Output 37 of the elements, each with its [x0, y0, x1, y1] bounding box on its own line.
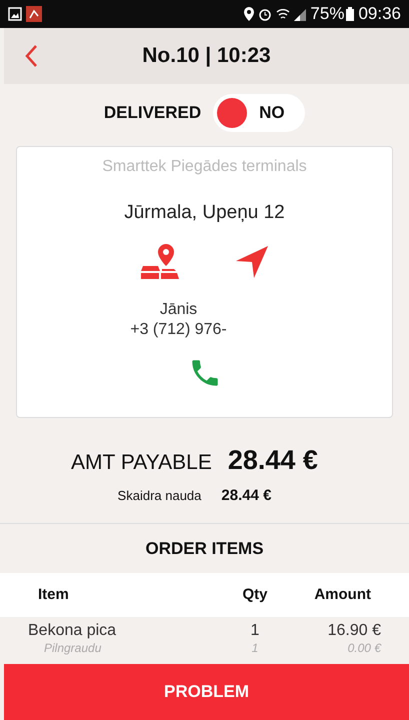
order-title: No.10 | 10:23: [141, 43, 272, 70]
clock: 09:36: [358, 3, 401, 26]
alarm-icon: [258, 7, 272, 21]
amount-payable-label: AMT PAYABLE: [71, 450, 212, 476]
item-name-cell-text: Pilngraudu: [43, 641, 102, 655]
quantity-cell-text: 1: [250, 641, 260, 655]
back-icon: [24, 44, 38, 68]
payment-method-amount: 28.44 €: [221, 486, 272, 506]
quantity-cell-text: 1: [250, 621, 260, 641]
map-button[interactable]: [140, 244, 178, 280]
address-text: Jūrmala, Upeņu 12: [124, 201, 285, 225]
amount-payable-total: 28.44 €: [228, 444, 318, 477]
phone-number: +3 (712) 976-: [130, 320, 227, 340]
payment-method: Skaidra nauda: [118, 486, 202, 504]
contact-name: Jānis: [160, 300, 198, 320]
problem-button[interactable]: PROBLEM: [4, 664, 409, 720]
battery-percentage: 75%: [310, 3, 344, 26]
column-header: Item: [38, 584, 70, 605]
item-name-cell-text: Bekona pica: [28, 621, 118, 641]
wifi-icon: [276, 7, 290, 21]
delivered-toggle[interactable]: NO: [213, 94, 306, 132]
amount-cell-text: 16.90 €: [326, 621, 381, 641]
navigate-button[interactable]: [234, 244, 268, 280]
signal-icon: [294, 7, 306, 21]
location-icon: [244, 7, 254, 21]
terminal-name: Smarttek Piegādes terminals: [102, 157, 307, 177]
column-header: Qty: [241, 584, 268, 605]
battery-icon: [346, 7, 354, 21]
amount-cell-text: 0.00 €: [346, 641, 381, 655]
order-items-title: ORDER ITEMS: [145, 538, 264, 560]
image-icon: [8, 7, 22, 21]
navigation-arrow-icon: [234, 244, 268, 278]
column-header: Amount: [313, 584, 371, 605]
app-icon: [26, 6, 42, 22]
delivered-label: DELIVERED: [104, 102, 202, 124]
map-pin-icon: [140, 244, 178, 280]
toggle-knob: [217, 98, 248, 128]
